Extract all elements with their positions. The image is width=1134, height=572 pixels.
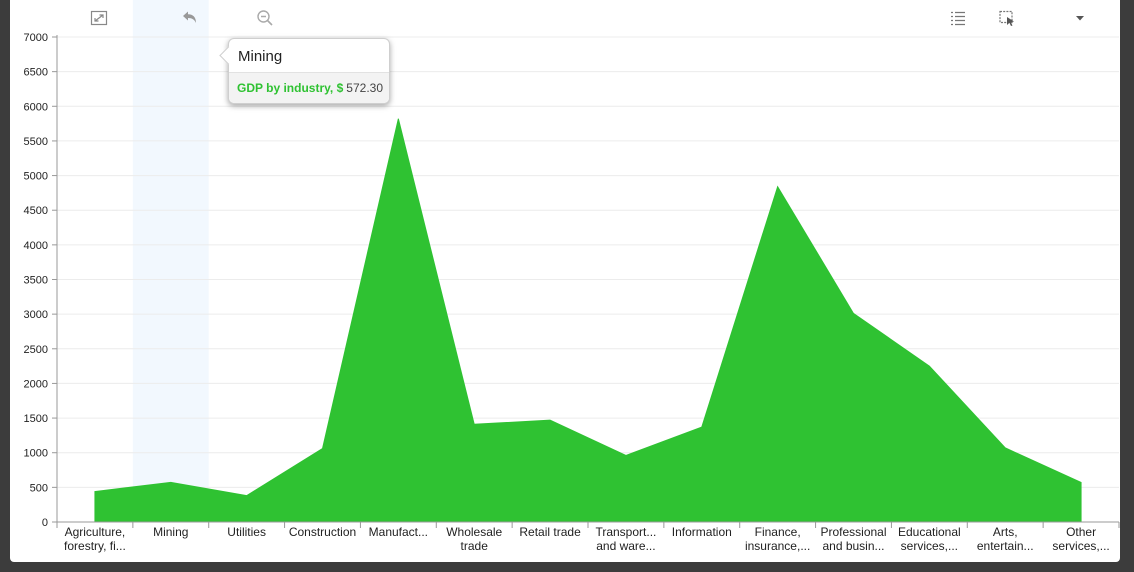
dropdown-icon [1076, 16, 1084, 21]
legend-button[interactable] [946, 6, 970, 30]
x-tick-label: Finance, insurance,... [745, 525, 810, 553]
y-tick-label: 500 [30, 482, 48, 494]
y-tick-label: 2500 [24, 344, 48, 356]
y-tick-label: 4000 [24, 240, 48, 252]
undo-button[interactable] [178, 6, 202, 30]
y-tick-label: 7000 [24, 32, 48, 44]
y-tick-label: 4500 [24, 205, 48, 217]
legend-list-icon [951, 11, 965, 26]
x-tick-label: Construction [289, 525, 356, 539]
tooltip-series-label: GDP by industry, $ [237, 81, 344, 95]
y-tick-label: 6000 [24, 101, 48, 113]
x-tick-label: Agriculture, forestry, fi... [64, 525, 126, 553]
tooltip-title: Mining [238, 48, 283, 65]
undo-icon [183, 11, 196, 23]
tooltip-value: 572.30 [346, 81, 383, 95]
x-tick-label: Manufact... [369, 525, 428, 539]
fullscreen-icon [90, 10, 108, 26]
y-tick-label: 1000 [24, 448, 48, 460]
zoom-out-icon [257, 10, 273, 26]
x-tick-label: Other services,... [1052, 525, 1109, 553]
x-tick-label: Retail trade [519, 525, 581, 539]
chart-panel: 0 500 1000 1500 2000 2500 3000 3500 4000 4500 5000… [10, 0, 1120, 562]
x-tick-label: Wholesale trade [446, 525, 502, 553]
x-tick-label: Educational services,... [898, 525, 961, 553]
y-tick-label: 5500 [24, 136, 48, 148]
y-tick-label: 3000 [24, 309, 48, 321]
y-tick-label: 1500 [24, 413, 48, 425]
selection-icon [999, 10, 1014, 26]
fullscreen-button[interactable] [87, 6, 111, 30]
y-tick-label: 3500 [24, 275, 48, 287]
tooltip-body: GDP by industry, $ 572.30 [229, 72, 389, 103]
zoom-out-button[interactable] [253, 6, 277, 30]
y-tick-label: 5000 [24, 171, 48, 183]
y-tick-label: 6500 [24, 67, 48, 79]
series-area[interactable] [94, 118, 1082, 523]
x-tick-label: Utilities [227, 525, 266, 539]
y-tick-label: 0 [42, 517, 48, 529]
dropdown-button[interactable] [1068, 6, 1092, 30]
chart-tooltip: Mining GDP by industry, $ 572.30 [219, 38, 390, 104]
area-chart[interactable]: 0 500 1000 1500 2000 2500 3000 3500 4000 4500 5000… [10, 0, 1120, 562]
x-tick-label: Arts, entertain... [977, 525, 1034, 553]
selection-button[interactable] [995, 6, 1019, 30]
category-highlight [132, 0, 209, 522]
x-tick-label: Professional and busin... [820, 525, 886, 553]
x-tick-label: Information [672, 525, 732, 539]
x-tick-label: Mining [153, 525, 188, 539]
y-tick-label: 2000 [24, 378, 48, 390]
x-tick-label: Transport... and ware... [595, 525, 656, 553]
